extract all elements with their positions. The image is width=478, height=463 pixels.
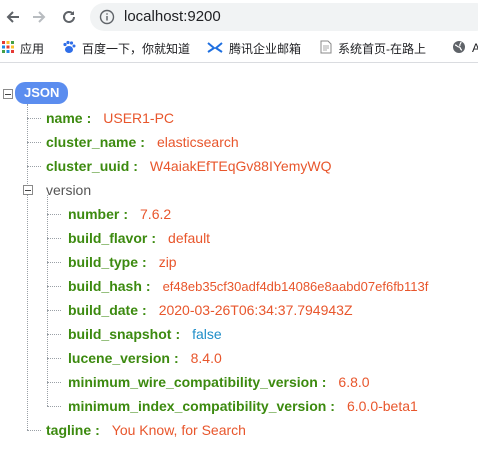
json-value: zip: [158, 254, 177, 270]
json-row-lucene-version: lucene_version:8.4.0: [68, 348, 222, 368]
json-row-build-type: build_type: zip: [68, 252, 177, 272]
tree-guide-line: [47, 334, 61, 335]
tree-guide-line: [47, 310, 61, 311]
tree-guide-line: [47, 262, 61, 263]
bookmark-label: 百度一下，你就知道: [82, 41, 191, 56]
json-key: minimum_wire_compatibility_version: [68, 374, 318, 390]
bookmark-label: A: [472, 41, 478, 55]
tree-guide-line: [47, 358, 61, 359]
tree-guide-line: [47, 238, 61, 239]
json-viewer: JSON name: USER1-PC cluster_name: elastics…: [0, 63, 478, 463]
json-colon: :: [140, 134, 145, 150]
json-colon: :: [175, 326, 181, 342]
json-row-build-flavor: build_flavor: default: [68, 228, 210, 248]
tree-guide-line: [27, 118, 41, 119]
tree-guide-line: [27, 166, 41, 167]
json-key: build_flavor: [68, 230, 148, 246]
json-colon: :: [86, 110, 92, 126]
json-value: You Know, for Search: [111, 422, 246, 438]
reload-icon[interactable]: [58, 6, 80, 28]
json-colon: :: [145, 278, 151, 294]
json-value: 8.4.0: [190, 350, 222, 366]
json-value: elasticsearch: [156, 134, 239, 150]
json-key: build_date: [68, 302, 139, 318]
json-key: version: [46, 182, 92, 198]
json-value: default: [168, 230, 211, 246]
url-text[interactable]: localhost:9200: [124, 8, 221, 25]
json-row-number: number:7.6.2: [68, 204, 171, 224]
tree-guide-line: [27, 142, 41, 143]
json-row-min-index-compat: minimum_index_compatibility_version:6.0.…: [68, 396, 418, 416]
bookmark-label: 应用: [20, 41, 45, 56]
json-key: number: [68, 206, 120, 222]
json-key: lucene_version: [68, 350, 170, 366]
bookmark-label: 系统首页-在路上: [338, 41, 426, 56]
tree-guide-line: [47, 195, 48, 406]
apps-grid-icon: [2, 40, 14, 56]
back-arrow-icon[interactable]: [2, 6, 24, 28]
bookmark-tencent-mail[interactable]: 腾讯企业邮箱: [207, 39, 301, 57]
tencent-mail-icon: [207, 41, 223, 56]
json-key: tagline: [46, 422, 92, 438]
bookmark-system-home[interactable]: 系统首页-在路上: [320, 39, 426, 57]
browser-toolbar: localhost:9200: [0, 0, 478, 34]
json-value: 7.6.2: [140, 206, 172, 222]
json-key: cluster_name: [46, 134, 137, 150]
bookmarks-bar: 应用 百度一下，你就知道 腾讯企业邮箱 系统首页-在路上 A: [0, 34, 478, 63]
info-icon[interactable]: [99, 9, 115, 30]
json-row-cluster-uuid: cluster_uuid: W4aiakEfTEqGv88IYemyWQ: [46, 156, 331, 176]
bookmark-apps[interactable]: 应用: [2, 39, 44, 57]
page-doc-icon: [320, 40, 332, 57]
json-root-badge[interactable]: JSON: [15, 82, 69, 104]
json-row-cluster-name: cluster_name: elasticsearch: [46, 132, 239, 152]
globe-icon: [452, 40, 466, 57]
bookmark-label: 腾讯企业邮箱: [229, 41, 302, 56]
json-colon: :: [133, 158, 138, 174]
json-row-build-hash: build_hash: ef48eb35cf30adf4db14086e8aabd…: [68, 276, 428, 296]
forward-arrow-icon[interactable]: [28, 6, 50, 28]
baidu-paw-icon: [62, 40, 76, 57]
json-value: 6.0.0-beta1: [346, 398, 418, 414]
json-key: cluster_uuid: [46, 158, 130, 174]
json-row-tagline: tagline: You Know, for Search: [46, 420, 246, 440]
collapse-version-toggle-icon[interactable]: [23, 185, 33, 195]
json-colon: :: [142, 302, 147, 318]
tree-guide-line: [47, 382, 61, 383]
tree-guide-line: [27, 430, 41, 431]
json-value: 2020-03-26T06:34:37.794943Z: [158, 302, 353, 318]
json-value: W4aiakEfTEqGv88IYemyWQ: [149, 158, 332, 174]
json-colon: :: [173, 350, 179, 366]
json-row-build-snapshot: build_snapshot: false: [68, 324, 222, 344]
json-colon: :: [330, 398, 335, 414]
json-row-min-wire-compat: minimum_wire_compatibility_version:6.8.0: [68, 372, 370, 392]
json-node-version[interactable]: version: [46, 180, 91, 200]
tree-guide-line: [47, 214, 61, 215]
collapse-root-toggle-icon[interactable]: [3, 89, 13, 99]
tree-guide-line: [47, 286, 61, 287]
json-value: 6.8.0: [338, 374, 370, 390]
tree-guide-line: [47, 406, 61, 407]
json-key: build_snapshot: [68, 326, 172, 342]
json-key: name: [46, 110, 83, 126]
json-row-build-date: build_date:2020-03-26T06:34:37.794943Z: [68, 300, 353, 320]
json-row-name: name: USER1-PC: [46, 108, 174, 128]
json-value: USER1-PC: [103, 110, 175, 126]
json-colon: :: [123, 206, 129, 222]
json-colon: :: [151, 230, 157, 246]
json-colon: :: [95, 422, 100, 438]
bookmark-baidu[interactable]: 百度一下，你就知道: [62, 39, 190, 57]
json-key: minimum_index_compatibility_version: [68, 398, 327, 414]
json-key: build_type: [68, 254, 139, 270]
tree-guide-line: [27, 104, 28, 430]
json-value: ef48eb35cf30adf4db14086e8aabd07ef6fb113f: [162, 279, 429, 294]
bookmark-overflow[interactable]: A: [452, 39, 478, 57]
json-key: build_hash: [68, 278, 142, 294]
json-value: false: [192, 326, 222, 342]
address-bar[interactable]: localhost:9200: [90, 3, 478, 31]
json-colon: :: [321, 374, 327, 390]
json-colon: :: [142, 254, 147, 270]
